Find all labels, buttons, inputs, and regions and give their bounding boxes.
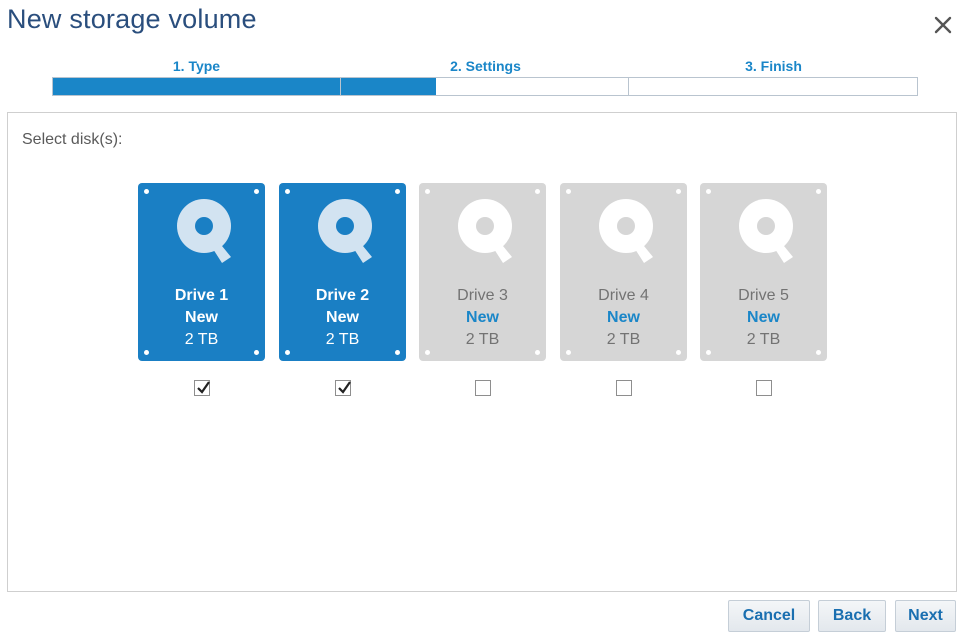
step-progress-finish (628, 77, 918, 96)
dialog-title: New storage volume (7, 4, 257, 34)
step-progress-settings (340, 77, 629, 96)
step-progress-type (52, 77, 341, 96)
hard-disk-icon (458, 199, 512, 263)
step-label-finish: 3. Finish (745, 58, 802, 74)
drive-status: New (185, 309, 218, 326)
drive-3-checkbox[interactable] (475, 380, 491, 396)
drive-size: 2 TB (465, 331, 500, 348)
drive-size: 2 TB (606, 331, 641, 348)
step-label-type: 1. Type (172, 58, 221, 74)
close-icon[interactable] (930, 12, 956, 38)
drive-name: Drive 4 (598, 287, 649, 304)
checkmark-icon (338, 381, 351, 394)
drive-status: New (747, 309, 780, 326)
drive-4-checkbox[interactable] (616, 380, 632, 396)
checkmark-icon (197, 381, 210, 394)
drive-size: 2 TB (184, 331, 219, 348)
drive-tile-1[interactable]: Drive 1 New 2 TB (138, 183, 265, 361)
drive-name: Drive 5 (738, 287, 789, 304)
drive-size: 2 TB (325, 331, 360, 348)
hard-disk-icon (739, 199, 793, 263)
drive-status: New (466, 309, 499, 326)
drive-size: 2 TB (746, 331, 781, 348)
cancel-button[interactable]: Cancel (728, 600, 810, 632)
disk-selection-panel: Select disk(s): Drive 1 New 2 TB Drive 2… (7, 112, 957, 592)
hard-disk-icon (318, 199, 372, 263)
back-button[interactable]: Back (818, 600, 886, 632)
hard-disk-icon (599, 199, 653, 263)
hard-disk-icon (177, 199, 231, 263)
drive-tile-4[interactable]: Drive 4 New 2 TB (560, 183, 687, 361)
drive-tile-2[interactable]: Drive 2 New 2 TB (279, 183, 406, 361)
drive-status: New (326, 309, 359, 326)
drive-status: New (607, 309, 640, 326)
drive-name: Drive 3 (457, 287, 508, 304)
drive-name: Drive 2 (315, 287, 370, 304)
next-button[interactable]: Next (895, 600, 956, 632)
drive-1-checkbox[interactable] (194, 380, 210, 396)
drive-tile-5[interactable]: Drive 5 New 2 TB (700, 183, 827, 361)
drive-5-checkbox[interactable] (756, 380, 772, 396)
wizard-steps: 1. Type 2. Settings 3. Finish (52, 56, 918, 102)
select-disks-label: Select disk(s): (22, 131, 123, 148)
drive-2-checkbox[interactable] (335, 380, 351, 396)
step-label-settings: 2. Settings (450, 58, 521, 74)
drive-tile-3[interactable]: Drive 3 New 2 TB (419, 183, 546, 361)
drive-name: Drive 1 (174, 287, 229, 304)
